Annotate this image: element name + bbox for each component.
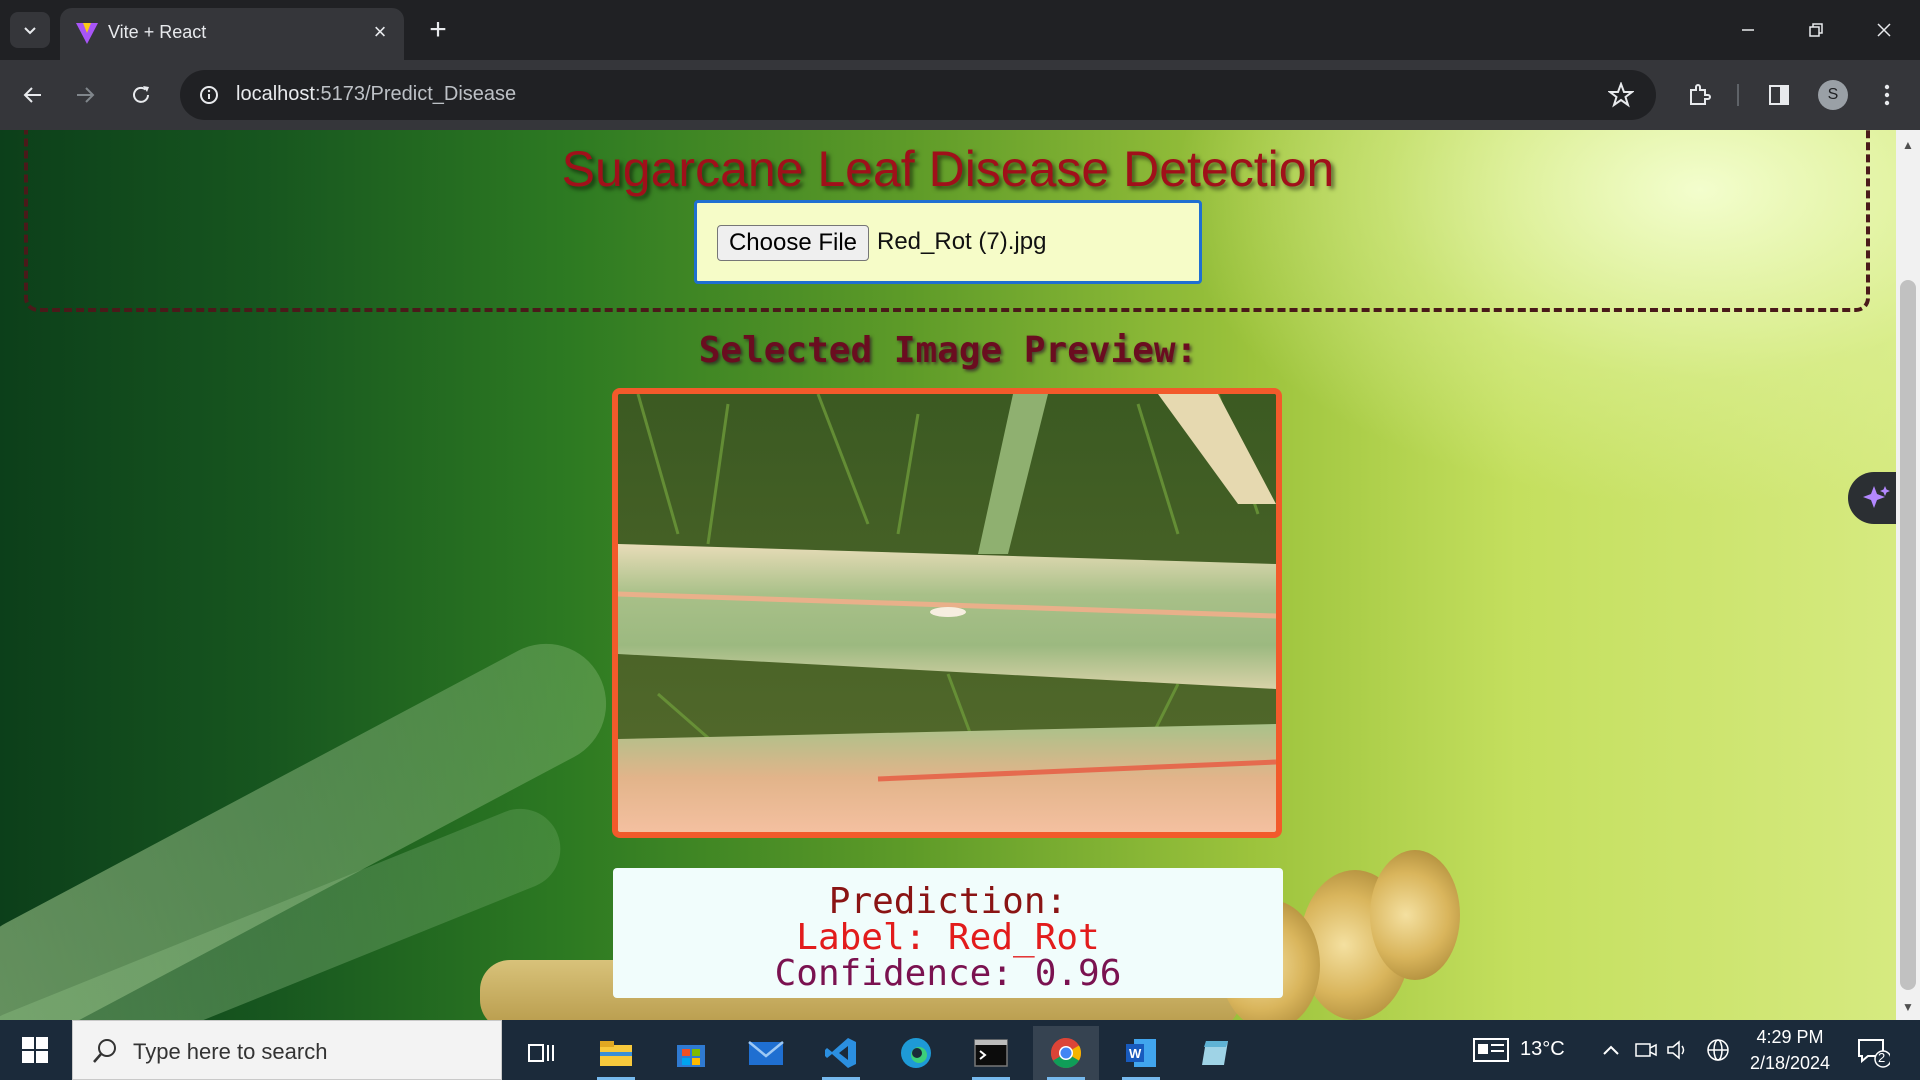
chrome-app[interactable] — [1033, 1026, 1099, 1080]
notification-count: 2 — [1878, 1050, 1886, 1065]
restore-icon — [1809, 23, 1823, 37]
windows-taskbar: Type here to search W 13°C 4:29 PM 2/18/… — [0, 1020, 1920, 1080]
scroll-down-arrow-icon[interactable]: ▼ — [1902, 1000, 1914, 1014]
arrow-right-icon — [77, 87, 95, 103]
profile-avatar[interactable]: S — [1818, 80, 1848, 110]
url-path: :5173/Predict_Disease — [314, 83, 517, 105]
system-clock[interactable]: 4:29 PM 2/18/2024 — [1740, 1024, 1840, 1076]
microsoft-store-app[interactable] — [658, 1026, 724, 1080]
clock-time: 4:29 PM — [1756, 1027, 1824, 1047]
site-info-icon[interactable] — [192, 78, 226, 112]
globe-icon — [1707, 1039, 1729, 1061]
bookmark-star-icon[interactable] — [1608, 82, 1634, 108]
restore-button[interactable] — [1794, 12, 1838, 48]
browser-toolbar: localhost:5173/Predict_Disease S — [0, 60, 1920, 130]
chevron-down-icon — [24, 27, 36, 35]
extensions-button[interactable] — [1682, 78, 1716, 112]
prediction-label: Label: Red_Rot — [796, 917, 1100, 958]
mail-icon — [748, 1041, 784, 1065]
word-icon: W — [1126, 1039, 1156, 1067]
chrome-icon — [1050, 1038, 1082, 1069]
weather-temperature[interactable]: 13°C — [1520, 1038, 1565, 1061]
meet-now-button[interactable] — [1632, 1020, 1660, 1080]
preview-heading: Selected Image Preview: — [698, 330, 1198, 371]
volume-button[interactable] — [1664, 1020, 1692, 1080]
close-tab-icon[interactable]: × — [368, 20, 392, 44]
show-hidden-icons-button[interactable] — [1596, 1020, 1626, 1080]
close-window-button[interactable] — [1862, 12, 1906, 48]
toolbar-separator — [1737, 84, 1739, 106]
side-panel-button[interactable] — [1762, 78, 1796, 112]
tab-search-button[interactable] — [10, 12, 50, 48]
page-scrollbar[interactable]: ▲ ▼ — [1896, 130, 1920, 1020]
minimize-button[interactable] — [1726, 12, 1770, 48]
notepad-icon — [1202, 1041, 1228, 1065]
scroll-thumb[interactable] — [1900, 280, 1916, 990]
background-cane — [1370, 850, 1460, 980]
puzzle-icon — [1690, 84, 1711, 105]
reload-button[interactable] — [122, 76, 160, 114]
close-icon — [1877, 23, 1891, 37]
leaf-photo — [618, 394, 1276, 832]
side-panel-icon — [1769, 85, 1789, 105]
edge-app[interactable] — [883, 1026, 949, 1080]
word-app[interactable]: W — [1108, 1026, 1174, 1080]
task-view-icon — [528, 1044, 554, 1062]
vite-logo-icon — [76, 23, 98, 44]
minimize-icon — [1742, 29, 1754, 31]
taskbar-search-box[interactable]: Type here to search — [72, 1020, 502, 1080]
page-title: Sugarcane Leaf Disease Detection — [561, 141, 1335, 197]
mail-app[interactable] — [733, 1026, 799, 1080]
assistant-button[interactable] — [1848, 472, 1896, 524]
prediction-heading: Prediction: — [828, 881, 1068, 922]
choose-file-button[interactable]: Choose File — [717, 225, 869, 261]
file-input[interactable]: Choose File Red_Rot (7).jpg — [694, 200, 1202, 284]
edge-icon — [901, 1038, 931, 1068]
vscode-icon — [825, 1038, 856, 1068]
windows-logo-icon — [22, 1037, 48, 1063]
search-icon — [93, 1039, 116, 1063]
prediction-confidence: Confidence: 0.96 — [774, 953, 1122, 994]
page-viewport: Sugarcane Leaf Disease Detection Choose … — [0, 130, 1896, 1020]
forward-button[interactable] — [66, 76, 104, 114]
chevron-up-icon — [1603, 1045, 1619, 1055]
folder-icon — [600, 1041, 632, 1066]
svg-text:W: W — [1129, 1046, 1142, 1061]
selected-file-name: Red_Rot (7).jpg — [877, 228, 1047, 255]
notifications-button[interactable]: 2 — [1856, 1034, 1892, 1068]
camera-icon — [1635, 1043, 1657, 1057]
news-icon — [1473, 1038, 1509, 1062]
arrow-left-icon — [23, 87, 41, 103]
network-button[interactable] — [1702, 1020, 1734, 1080]
url-host: localhost — [236, 83, 315, 105]
browser-tab[interactable]: Vite + React × — [60, 8, 404, 60]
scroll-up-arrow-icon[interactable]: ▲ — [1902, 138, 1914, 152]
start-button[interactable] — [0, 1020, 70, 1080]
browser-tab-strip: Vite + React × + — [0, 0, 1920, 60]
reload-icon — [133, 86, 149, 103]
tab-title: Vite + React — [108, 22, 207, 42]
notepad-app[interactable] — [1183, 1026, 1249, 1080]
terminal-icon — [974, 1039, 1008, 1067]
news-widget[interactable] — [1466, 1020, 1516, 1080]
vscode-app[interactable] — [808, 1026, 874, 1080]
search-placeholder: Type here to search — [133, 1039, 328, 1064]
speaker-icon — [1667, 1040, 1685, 1060]
store-icon — [677, 1045, 705, 1067]
terminal-app[interactable] — [958, 1026, 1024, 1080]
clock-date: 2/18/2024 — [1749, 1053, 1831, 1073]
address-bar[interactable]: localhost:5173/Predict_Disease — [180, 70, 1656, 120]
file-explorer-app[interactable] — [583, 1026, 649, 1080]
more-vertical-icon — [1884, 84, 1890, 106]
back-button[interactable] — [14, 76, 52, 114]
new-tab-button[interactable]: + — [420, 14, 456, 48]
browser-menu-button[interactable] — [1870, 78, 1904, 112]
url-text: localhost:5173/Predict_Disease — [236, 83, 516, 106]
image-preview — [612, 388, 1282, 838]
sparkle-icon — [1863, 486, 1890, 508]
task-view-button[interactable] — [508, 1026, 574, 1080]
prediction-card: Prediction: Label: Red_Rot Confidence: 0… — [613, 868, 1283, 998]
